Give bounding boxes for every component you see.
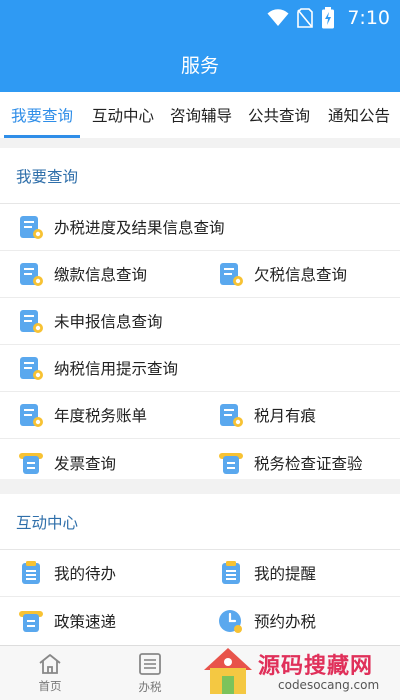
- invoice-icon: [219, 452, 243, 474]
- item-annual-bill[interactable]: 年度税务账单: [0, 392, 200, 438]
- item-my-reminder[interactable]: 我的提醒: [200, 550, 400, 596]
- tab-bar: 我要查询 互动中心 咨询辅导 公共查询 通知公告: [0, 92, 400, 138]
- list-icon: [139, 652, 161, 675]
- item-tax-month[interactable]: 税月有痕: [200, 392, 400, 438]
- list-row: 我的待办 我的提醒: [0, 550, 400, 597]
- item-invoice-query[interactable]: 发票查询: [0, 439, 200, 486]
- item-label: 我的待办: [54, 565, 117, 583]
- section-title-interaction: 互动中心: [0, 494, 400, 550]
- item-label: 政策速递: [54, 612, 117, 631]
- watermark: 源码搜藏网 codesocang.com: [198, 640, 400, 700]
- section-title-query: 我要查询: [0, 148, 400, 204]
- item-my-todo[interactable]: 我的待办: [0, 550, 200, 596]
- item-label: 年度税务账单: [54, 407, 148, 425]
- no-sim-icon: [297, 8, 314, 28]
- list-row: 办税进度及结果信息查询: [0, 204, 400, 251]
- item-payment-query[interactable]: 缴款信息查询: [0, 251, 200, 297]
- item-label: 未申报信息查询: [54, 313, 163, 331]
- watermark-url: codesocang.com: [278, 678, 380, 692]
- item-label: 办税进度及结果信息查询: [54, 219, 225, 237]
- list-row: 未申报信息查询: [0, 298, 400, 345]
- document-search-icon: [220, 263, 243, 286]
- tab-my-query[interactable]: 我要查询: [0, 92, 84, 138]
- status-icons: 7:10: [267, 6, 390, 30]
- list-row: 缴款信息查询 欠税信息查询: [0, 251, 400, 298]
- item-label: 发票查询: [54, 454, 117, 473]
- status-time: 7:10: [347, 7, 390, 29]
- home-icon: [39, 653, 61, 674]
- nav-home[interactable]: 首页: [0, 646, 100, 700]
- item-label: 税月有痕: [254, 407, 317, 425]
- item-arrears-query[interactable]: 欠税信息查询: [200, 251, 400, 297]
- item-inspection-verify[interactable]: 税务检查证查验: [200, 439, 400, 486]
- item-label: 纳税信用提示查询: [54, 360, 179, 378]
- item-label: 预约办税: [254, 612, 317, 631]
- document-search-icon: [220, 404, 243, 427]
- house-logo-icon: [204, 648, 252, 694]
- clock-icon: [219, 609, 242, 633]
- list-row: 年度税务账单 税月有痕: [0, 392, 400, 439]
- interaction-section: 互动中心 我的待办 我的提醒 政策速递 预约办税: [0, 494, 400, 645]
- document-search-icon: [20, 310, 43, 333]
- item-label: 欠税信息查询: [254, 266, 348, 284]
- app-header: 服务: [0, 36, 400, 92]
- tab-public-query[interactable]: 公共查询: [240, 92, 318, 138]
- item-label: 缴款信息查询: [54, 266, 148, 284]
- nav-tax-label: 办税: [138, 679, 162, 694]
- item-appointment[interactable]: 预约办税: [200, 597, 400, 644]
- battery-charging-icon: [322, 7, 335, 29]
- item-progress-query[interactable]: 办税进度及结果信息查询: [0, 204, 400, 250]
- document-search-icon: [20, 216, 43, 239]
- status-bar: 7:10: [0, 0, 400, 36]
- clipboard-icon: [222, 561, 240, 584]
- nav-home-label: 首页: [38, 678, 62, 693]
- item-label: 我的提醒: [254, 565, 317, 583]
- page-title: 服务: [180, 54, 219, 77]
- tab-notices[interactable]: 通知公告: [318, 92, 400, 138]
- invoice-icon: [19, 452, 43, 474]
- list-row: 政策速递 预约办税: [0, 597, 400, 644]
- nav-tax[interactable]: 办税: [100, 646, 200, 700]
- watermark-text: 源码搜藏网: [258, 654, 374, 679]
- document-search-icon: [20, 357, 43, 380]
- document-search-icon: [20, 404, 43, 427]
- wifi-icon: [267, 9, 289, 26]
- list-row: 发票查询 税务检查证查验: [0, 439, 400, 486]
- item-policy-express[interactable]: 政策速递: [0, 597, 200, 644]
- item-undeclared-query[interactable]: 未申报信息查询: [0, 298, 400, 344]
- invoice-icon: [19, 610, 43, 632]
- clipboard-icon: [22, 561, 40, 584]
- item-label: 税务检查证查验: [254, 454, 363, 473]
- query-section: 我要查询 办税进度及结果信息查询 缴款信息查询 欠税信息查询 未申报信息查询 纳…: [0, 148, 400, 479]
- tab-interaction-center[interactable]: 互动中心: [84, 92, 162, 138]
- list-row: 纳税信用提示查询: [0, 345, 400, 392]
- document-search-icon: [20, 263, 43, 286]
- tab-consulting[interactable]: 咨询辅导: [162, 92, 240, 138]
- item-credit-query[interactable]: 纳税信用提示查询: [0, 345, 400, 391]
